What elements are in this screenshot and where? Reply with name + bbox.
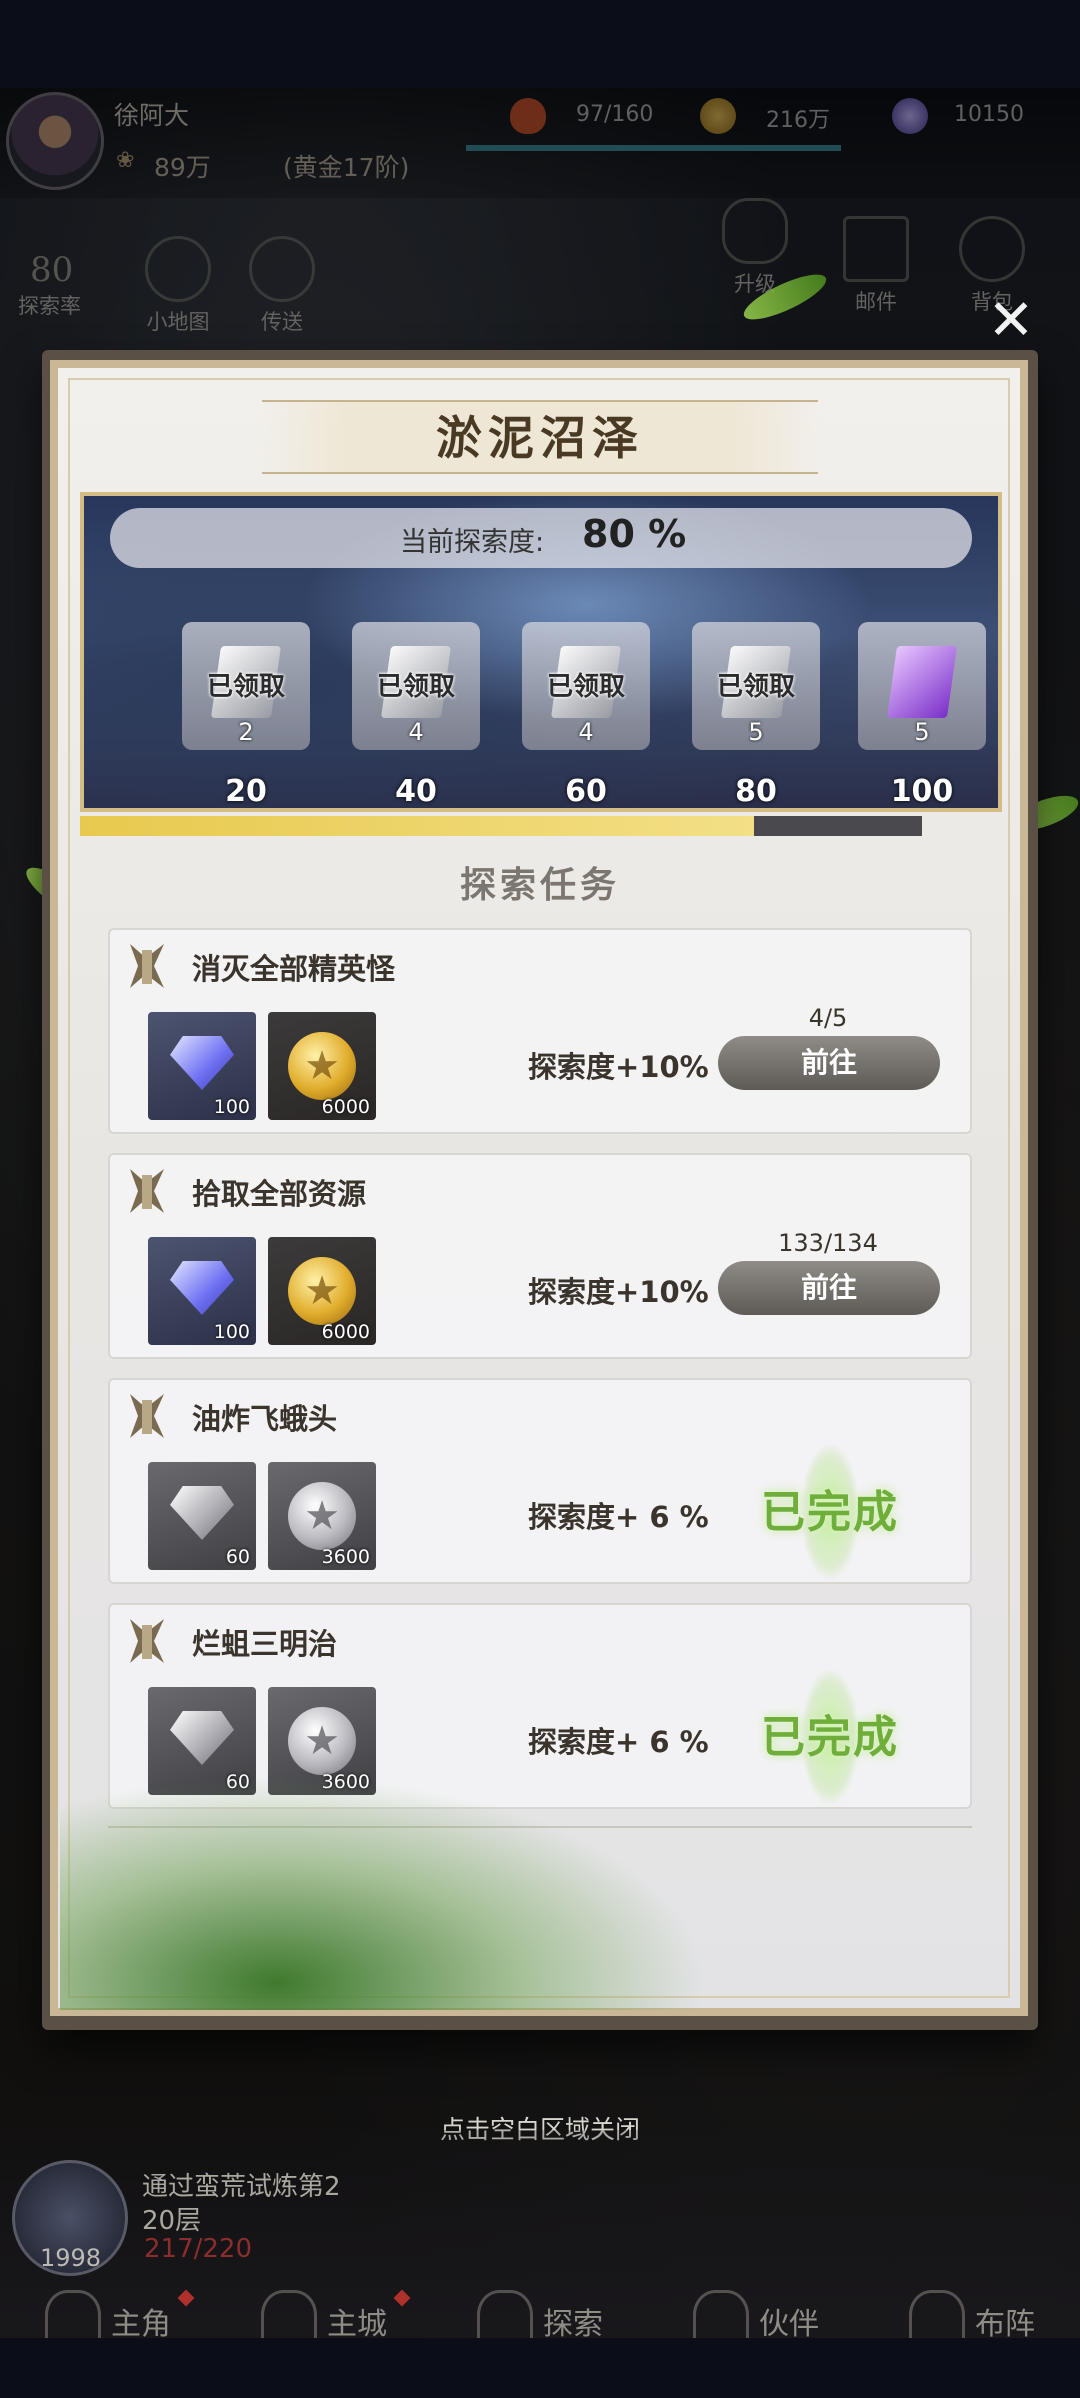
silver-gem-icon [170,1486,234,1540]
reward-item[interactable]: 100 [148,1012,256,1120]
scroll-badge-icon [124,1165,170,1217]
item-quantity: 100 [213,1321,250,1343]
quest-text-line2: 20层 [142,2206,202,2236]
purple-gem-icon [170,1036,234,1090]
reward-count: 4 [578,718,594,746]
reward-count: 4 [408,718,424,746]
scroll-badge-icon [124,1390,170,1442]
task-name: 油炸飞蛾头 [192,1402,338,1436]
milestone-reward-100[interactable]: 5 [858,622,986,750]
quest-text-line1: 通过蛮荒试炼第2 [142,2172,341,2202]
milestone-label: 60 [565,774,607,809]
close-button[interactable]: ✕ [978,288,1044,354]
reward-item[interactable]: ★ 3600 [268,1462,376,1570]
reward-item[interactable]: 60 [148,1462,256,1570]
milestone-reward-60[interactable]: 已领取 4 [522,622,650,750]
quest-level: 1998 [40,2244,102,2272]
item-quantity: 60 [225,1546,250,1568]
item-quantity: 6000 [321,1096,370,1118]
purple-ticket-icon [886,646,958,718]
progress-bar-fill [80,816,754,836]
purple-gem-icon [170,1261,234,1315]
task-progress: 4/5 [808,1004,848,1032]
quest-description[interactable]: 通过蛮荒试炼第2 20层 [142,2170,341,2238]
milestone-label: 40 [395,774,437,809]
reward-status: 已领取 [546,672,625,702]
scroll-badge-icon [124,940,170,992]
grass-decoration [60,1740,780,2010]
modal-title: 淤泥沼泽 [436,411,644,465]
task-name: 拾取全部资源 [192,1177,367,1211]
milestone-label: 100 [890,774,954,809]
nav-label: 探索 [543,2307,603,2342]
exploration-progress-label: 当前探索度: [400,527,545,558]
section-title: 探索任务 [459,865,620,906]
milestone-reward-40[interactable]: 已领取 4 [352,622,480,750]
milestone-reward-80[interactable]: 已领取 5 [692,622,820,750]
system-nav-area [0,2338,1080,2398]
task-card: 消灭全部精英怪 100 ★ 6000 探索度+10% 4/5 前往 [108,928,972,1134]
reward-count: 5 [914,718,930,746]
star-icon: ★ [304,1493,340,1539]
nav-label: 主角 [111,2307,171,2342]
exploration-gain: 探索度+ 6 % [528,1500,709,1534]
reward-status: 已领取 [376,672,455,702]
star-icon: ★ [304,1043,340,1089]
go-button[interactable]: 前往 [718,1261,940,1315]
task-progress: 133/134 [778,1229,878,1257]
milestone-label: 80 [735,774,777,809]
task-card: 拾取全部资源 100 ★ 6000 探索度+10% 133/134 前往 [108,1153,972,1359]
reward-count: 2 [238,718,254,746]
reward-item[interactable]: 100 [148,1237,256,1345]
exploration-progress-value: 80 % [582,512,687,556]
item-quantity: 100 [213,1096,250,1118]
go-button[interactable]: 前往 [718,1036,940,1090]
nav-label: 布阵 [975,2307,1035,2342]
nav-label: 伙伴 [759,2307,819,2342]
scroll-badge-icon [124,1615,170,1667]
reward-item[interactable]: ★ 6000 [268,1237,376,1345]
reward-item[interactable]: ★ 6000 [268,1012,376,1120]
reward-count: 5 [748,718,764,746]
close-icon: ✕ [987,288,1035,353]
milestone-reward-20[interactable]: 已领取 2 [182,622,310,750]
completed-status: 已完成 [761,1487,899,1538]
milestone-label: 20 [225,774,267,809]
reward-status: 已领取 [716,672,795,702]
item-quantity: 6000 [321,1321,370,1343]
quest-progress: 217/220 [144,2234,253,2264]
star-icon: ★ [304,1268,340,1314]
task-card: 油炸飞蛾头 60 ★ 3600 探索度+ 6 % 已完成 [108,1378,972,1584]
reward-status: 已领取 [206,672,285,702]
item-quantity: 3600 [321,1546,370,1568]
exploration-gain: 探索度+10% [528,1275,709,1309]
task-name: 消灭全部精英怪 [192,952,396,986]
nav-label: 主城 [327,2307,387,2342]
task-name: 烂蛆三明治 [192,1627,338,1661]
exploration-gain: 探索度+10% [528,1050,709,1084]
exploration-progress-bar [80,816,922,836]
